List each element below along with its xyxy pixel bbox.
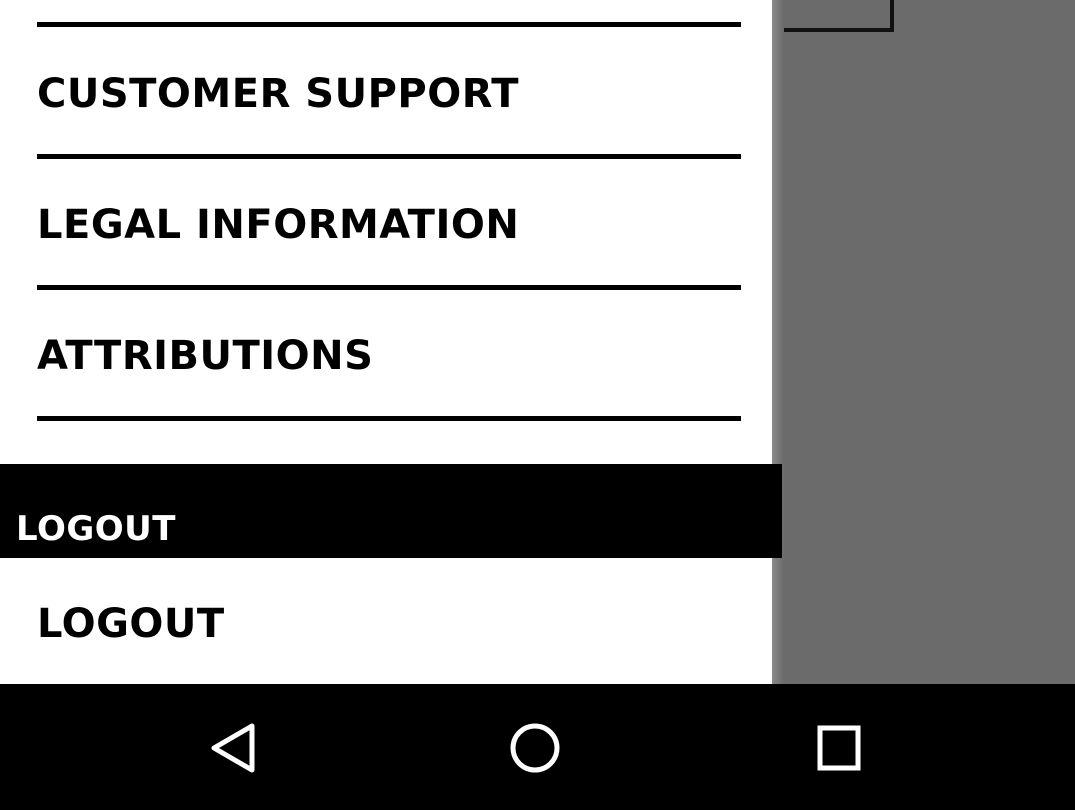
menu-item-attributions[interactable]: ATTRIBUTIONS bbox=[37, 336, 373, 376]
section-header-logout: LOGOUT bbox=[0, 464, 782, 558]
menu-item-customer-support[interactable]: CUSTOMER SUPPORT bbox=[37, 74, 519, 114]
divider bbox=[37, 285, 741, 290]
menu-item-legal-information[interactable]: LEGAL INFORMATION bbox=[37, 205, 519, 245]
drawer-shadow bbox=[772, 0, 784, 684]
background-scrim[interactable] bbox=[772, 0, 1075, 684]
divider bbox=[37, 154, 741, 159]
home-circle-icon bbox=[510, 723, 560, 773]
recents-square-icon bbox=[817, 725, 861, 771]
divider bbox=[37, 22, 741, 27]
back-triangle-icon bbox=[211, 723, 255, 773]
section-header-label: LOGOUT bbox=[16, 509, 176, 549]
menu-item-logout[interactable]: LOGOUT bbox=[37, 604, 225, 644]
home-button[interactable] bbox=[507, 720, 563, 776]
recents-button[interactable] bbox=[811, 720, 867, 776]
divider bbox=[37, 416, 741, 421]
back-button[interactable] bbox=[204, 720, 260, 776]
system-navigation-bar bbox=[0, 684, 1075, 810]
navigation-drawer: CUSTOMER SUPPORT LEGAL INFORMATION ATTRI… bbox=[0, 0, 772, 684]
